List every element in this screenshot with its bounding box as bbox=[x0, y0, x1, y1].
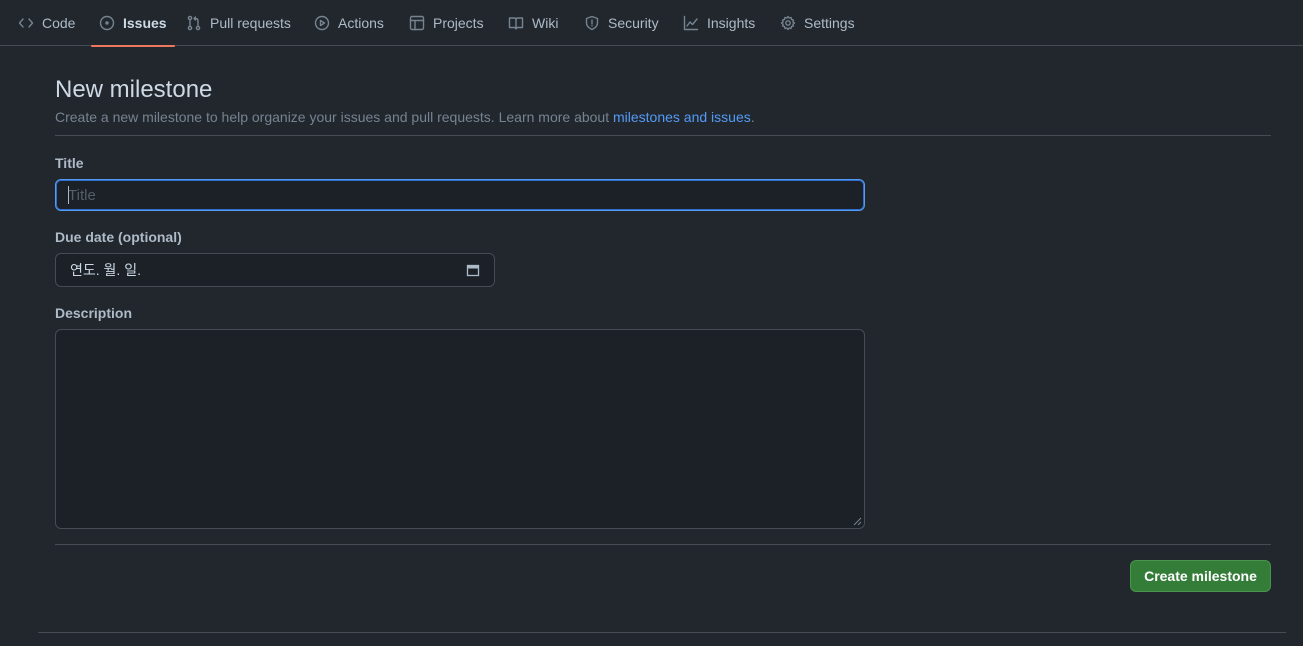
due-date-label: Due date (optional) bbox=[55, 229, 182, 245]
tab-security-label: Security bbox=[608, 15, 659, 31]
due-date-value: 연도. 월. 일. bbox=[70, 262, 141, 278]
due-date-input[interactable]: 연도. 월. 일. bbox=[55, 253, 495, 287]
tab-wiki-label: Wiki bbox=[532, 15, 559, 31]
tab-actions-label: Actions bbox=[338, 15, 384, 31]
tab-actions[interactable]: Actions bbox=[314, 0, 384, 46]
calendar-icon[interactable] bbox=[466, 263, 480, 277]
form-divider bbox=[55, 544, 1271, 545]
text-caret bbox=[68, 186, 69, 204]
tab-security[interactable]: Security bbox=[584, 0, 659, 46]
tab-code[interactable]: Code bbox=[18, 0, 75, 46]
tab-insights-label: Insights bbox=[707, 15, 756, 31]
page-subtitle: Create a new milestone to help organize … bbox=[55, 109, 755, 125]
tab-insights[interactable]: Insights bbox=[683, 0, 755, 46]
shield-icon bbox=[585, 15, 599, 31]
table-icon bbox=[409, 15, 425, 31]
tab-settings[interactable]: Settings bbox=[780, 0, 855, 46]
header-divider bbox=[55, 135, 1271, 136]
milestones-issues-link[interactable]: milestones and issues bbox=[613, 109, 751, 125]
play-icon bbox=[314, 15, 330, 31]
repo-nav: Code Issues Pull requests Actions Projec… bbox=[0, 0, 1303, 47]
create-milestone-button[interactable]: Create milestone bbox=[1130, 560, 1271, 592]
issue-opened-icon bbox=[99, 15, 115, 31]
tab-settings-label: Settings bbox=[804, 15, 855, 31]
tab-code-label: Code bbox=[42, 15, 76, 31]
title-label: Title bbox=[55, 155, 84, 171]
tab-issues[interactable]: Issues bbox=[91, 0, 175, 47]
gear-icon bbox=[780, 15, 796, 31]
footer-divider bbox=[38, 632, 1286, 633]
tab-projects[interactable]: Projects bbox=[409, 0, 484, 46]
page-title: New milestone bbox=[55, 76, 213, 103]
resize-grip-icon[interactable] bbox=[853, 517, 862, 526]
graph-icon bbox=[683, 15, 699, 31]
tab-wiki[interactable]: Wiki bbox=[508, 0, 558, 46]
title-input[interactable] bbox=[55, 179, 865, 211]
page-subtitle-end: . bbox=[750, 109, 755, 125]
tab-projects-label: Projects bbox=[433, 15, 484, 31]
code-icon bbox=[18, 18, 34, 28]
tab-pull-requests-label: Pull requests bbox=[210, 15, 291, 31]
description-label: Description bbox=[55, 305, 133, 321]
page-subtitle-text: Create a new milestone to help organize … bbox=[55, 109, 613, 125]
book-icon bbox=[508, 17, 524, 30]
tab-issues-label: Issues bbox=[123, 15, 167, 31]
git-pull-request-icon bbox=[187, 15, 201, 31]
description-textarea[interactable] bbox=[55, 329, 865, 529]
tab-pull-requests[interactable]: Pull requests bbox=[186, 0, 291, 46]
